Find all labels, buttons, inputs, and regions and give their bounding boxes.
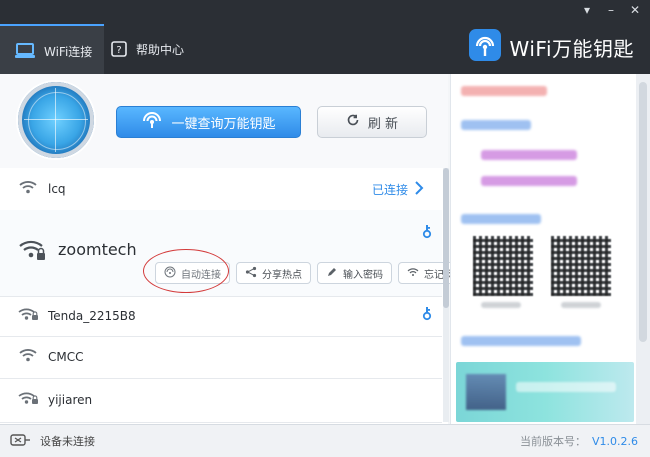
connected-status[interactable]: 已连接 (371, 180, 424, 198)
radar-icon (18, 82, 94, 158)
connected-label: 已连接 (371, 182, 408, 197)
wifi-key-app: ▾ – ✕ WiFi连接 ? 帮助中心 WiFi万能钥匙 一键查询万能钥匙 刷 … (0, 0, 650, 457)
blurred-text (561, 302, 601, 308)
help-icon: ? (110, 40, 128, 58)
tab-help-center[interactable]: ? 帮助中心 (110, 24, 210, 74)
query-key-button[interactable]: 一键查询万能钥匙 (116, 106, 301, 138)
share-hotspot-button[interactable]: 分享热点 (236, 262, 311, 284)
tab-label: 帮助中心 (136, 42, 185, 57)
key-icon (422, 224, 432, 244)
tab-label: WiFi连接 (44, 44, 93, 59)
status-bar: 设备未连接 当前版本号： V1.0.2.6 (0, 424, 650, 457)
laptop-icon (14, 43, 36, 59)
minimize-icon[interactable]: – (604, 3, 618, 17)
top-bar: ▾ – ✕ WiFi连接 ? 帮助中心 WiFi万能钥匙 (0, 0, 650, 76)
scrollbar-thumb[interactable] (443, 168, 449, 308)
version-info: 当前版本号： V1.0.2.6 (520, 425, 638, 457)
network-item-yijiaren[interactable]: yijiaren (0, 378, 442, 423)
wifi-key-icon (141, 111, 163, 133)
wifi-locked-icon (18, 238, 46, 266)
share-hotspot-label: 分享热点 (262, 269, 302, 281)
enter-password-label: 输入密码 (343, 269, 383, 281)
refresh-label: 刷 新 (367, 116, 399, 132)
annotation-circle (143, 249, 229, 293)
blurred-text (481, 176, 577, 186)
network-item-tenda[interactable]: Tenda_2215B8 (0, 296, 442, 337)
refresh-button[interactable]: 刷 新 (317, 106, 427, 138)
query-key-label: 一键查询万能钥匙 (171, 116, 276, 132)
tab-wifi-connect[interactable]: WiFi连接 (0, 24, 104, 76)
close-icon[interactable]: ✕ (628, 3, 642, 17)
blurred-text (481, 302, 521, 308)
wifi-locked-icon (18, 306, 40, 326)
version-number: V1.0.2.6 (591, 434, 638, 448)
wifi-signal-icon (18, 347, 38, 367)
network-name-zoomtech: zoomtech (58, 240, 137, 259)
enter-password-button[interactable]: 输入密码 (317, 262, 392, 284)
version-label: 当前版本号： (519, 435, 586, 448)
right-scrollbar-thumb[interactable] (639, 82, 647, 342)
brand-title: WiFi万能钥匙 (509, 36, 634, 61)
right-scrollbar[interactable] (636, 74, 650, 424)
network-name: lcq (48, 182, 66, 196)
menu-icon[interactable]: ▾ (580, 3, 594, 17)
device-status-label: 设备未连接 (40, 435, 95, 448)
chevron-right-icon (414, 180, 424, 198)
svg-text:?: ? (116, 45, 121, 56)
network-item-cmcc[interactable]: CMCC (0, 336, 442, 379)
key-icon (422, 306, 432, 326)
wifi-logo-icon (468, 28, 502, 66)
network-name: CMCC (48, 350, 84, 364)
list-scrollbar[interactable] (443, 168, 449, 422)
wifi-forget-icon (407, 266, 419, 281)
network-name: yijiaren (48, 393, 93, 407)
blurred-text (481, 150, 577, 160)
wifi-locked-icon (18, 390, 40, 410)
blurred-banner-image[interactable] (456, 362, 634, 422)
device-disconnected-icon (10, 433, 32, 450)
brand: WiFi万能钥匙 (468, 28, 635, 66)
blurred-text (461, 214, 541, 224)
refresh-icon (346, 113, 360, 131)
blurred-text (461, 86, 547, 96)
network-item-lcq[interactable]: lcq 已连接 (0, 168, 442, 211)
blurred-text (461, 336, 581, 346)
blurred-text (461, 120, 531, 130)
qr-code-right (551, 236, 611, 296)
qr-code-left (473, 236, 533, 296)
window-controls: ▾ – ✕ (580, 3, 642, 17)
wifi-signal-icon (18, 179, 38, 199)
share-icon (245, 266, 257, 281)
network-name: Tenda_2215B8 (48, 309, 136, 323)
device-status: 设备未连接 (10, 425, 95, 457)
pencil-icon (326, 266, 338, 281)
